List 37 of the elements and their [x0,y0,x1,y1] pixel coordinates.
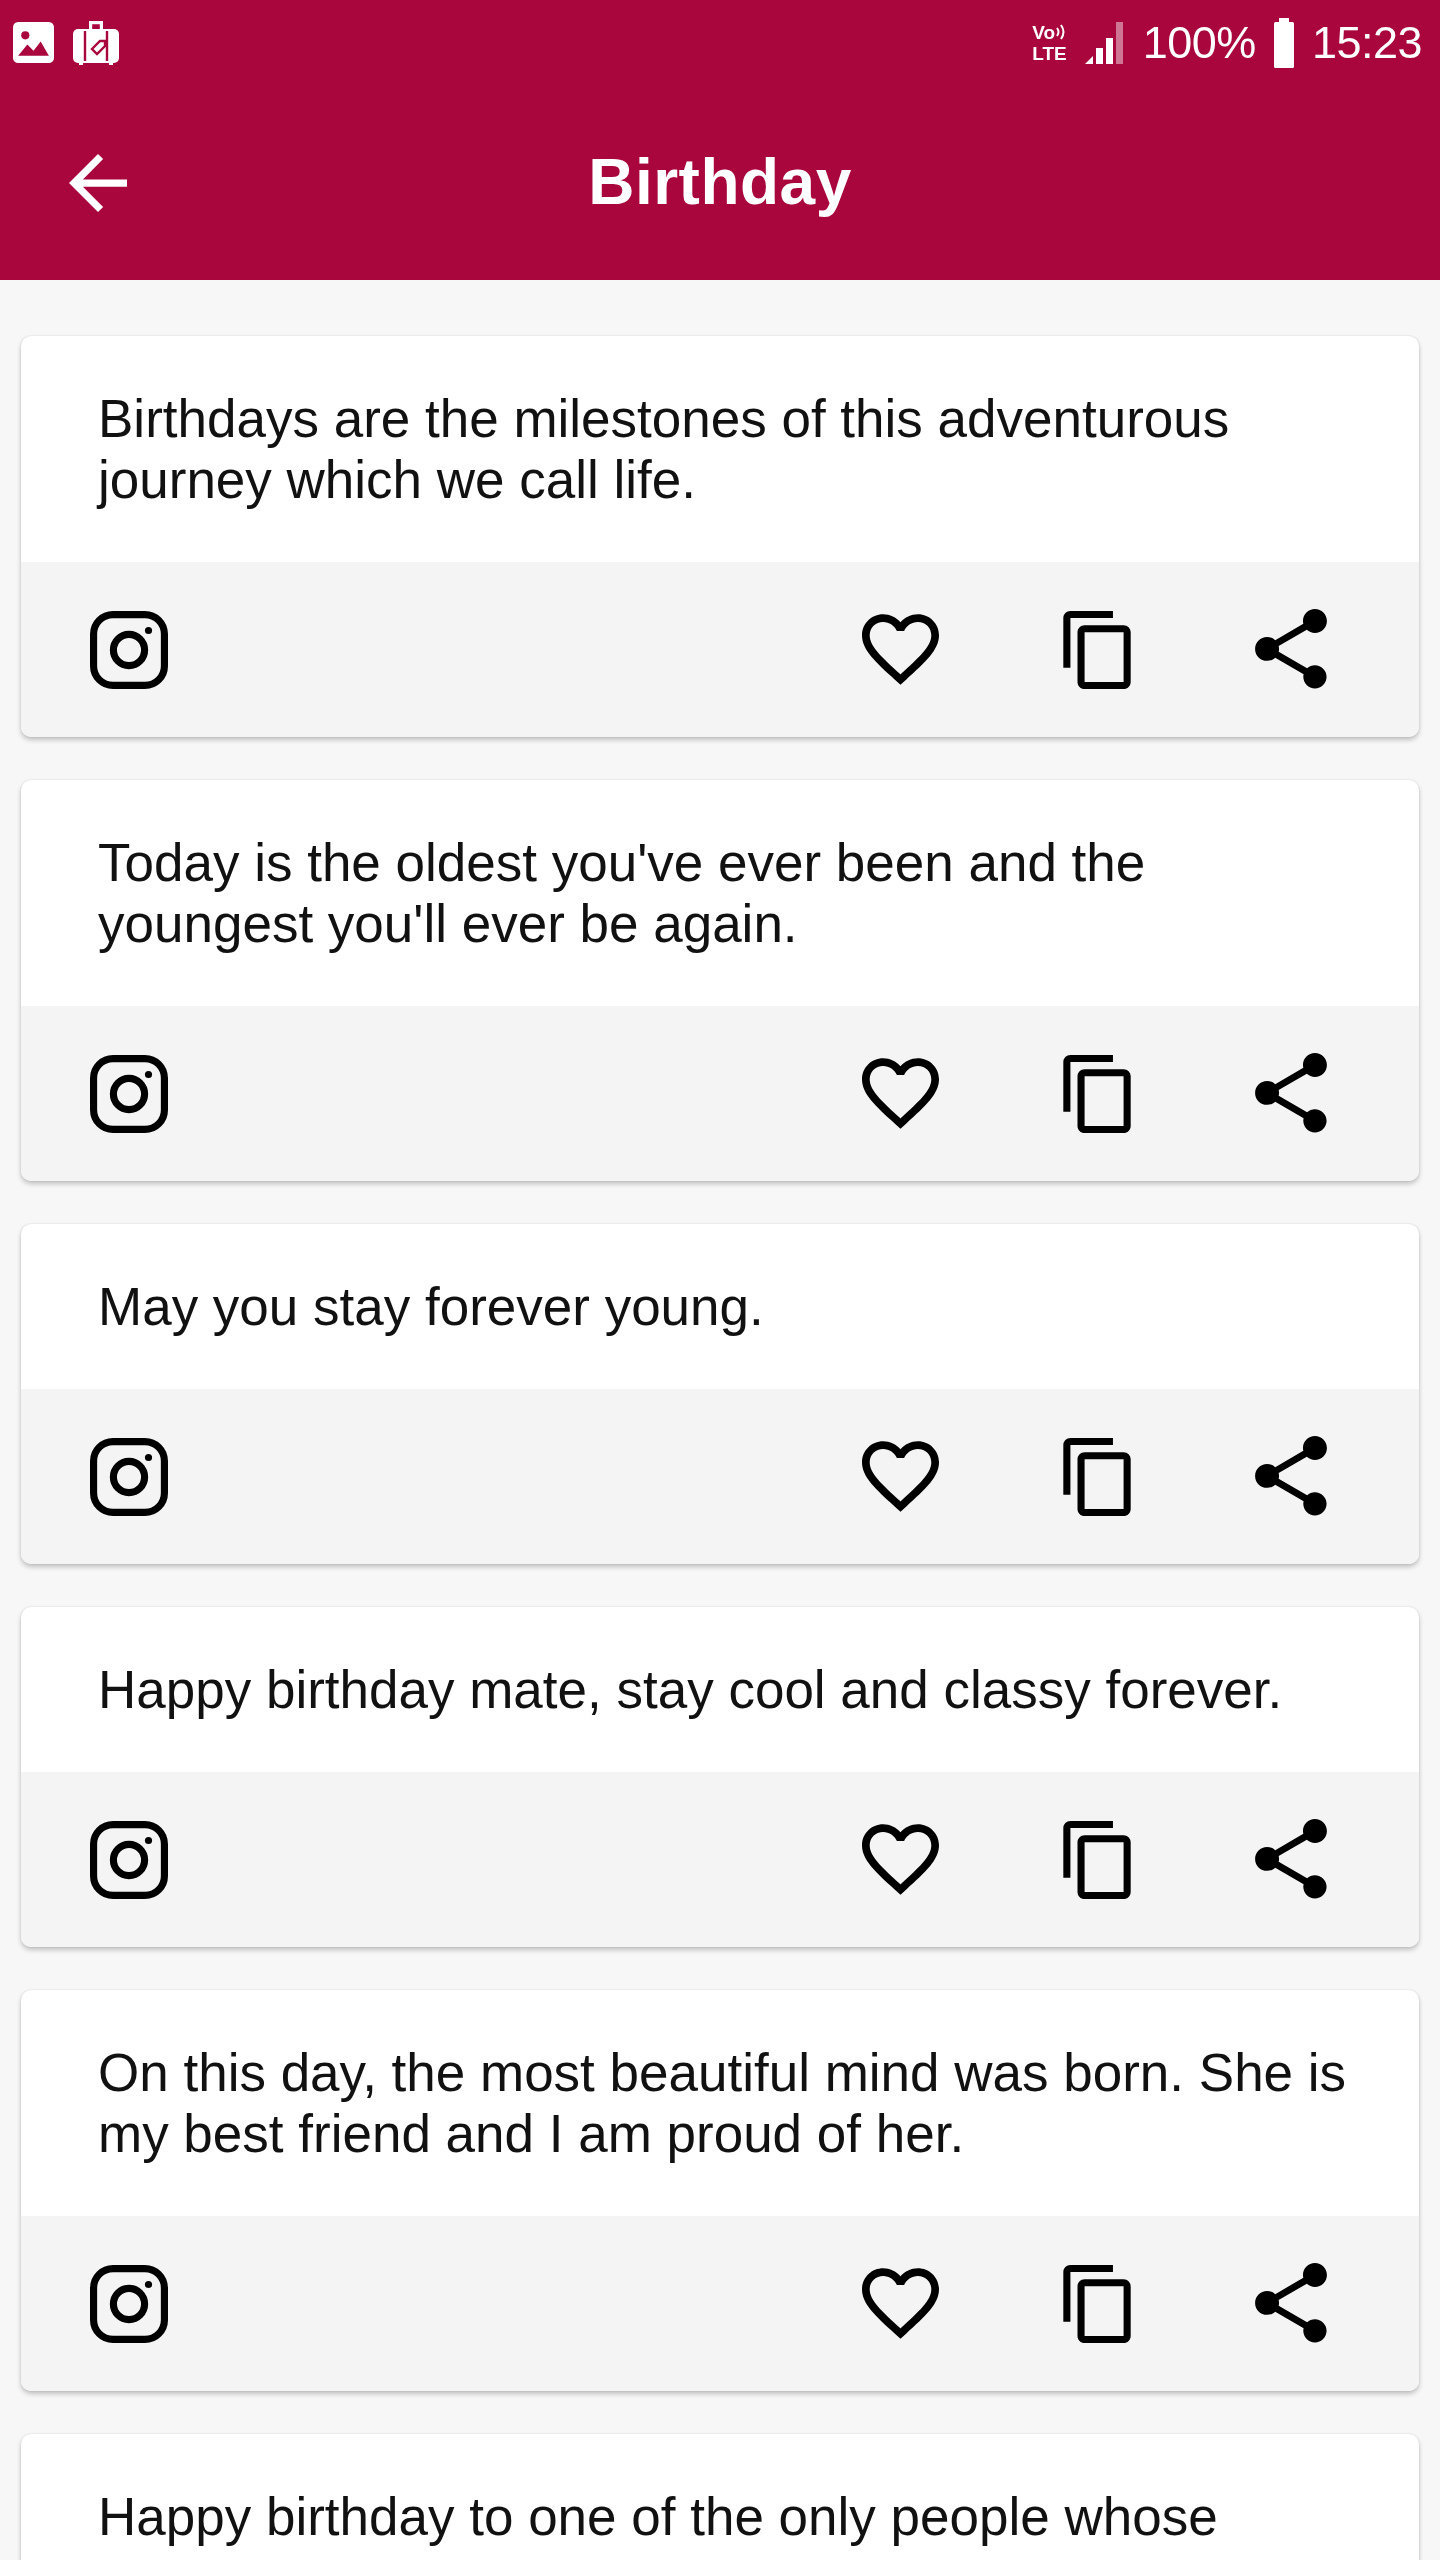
camera-icon[interactable] [90,1437,168,1516]
camera-icon[interactable] [90,2264,168,2343]
quote-text: Happy birthday to one of the only people whose [98,2486,1219,2547]
quote-text: On this day, the most beautiful mind was born. She is my best friend and I am proud of her. [98,2042,1348,2164]
share-icon[interactable] [1255,1436,1327,1517]
quote-text: Birthdays are the milestones of this adventurous journey which we call life. [98,388,1231,510]
heart-icon[interactable] [862,1058,939,1129]
copy-icon[interactable] [1063,1437,1131,1516]
share-icon[interactable] [1255,609,1327,690]
heart-icon[interactable] [862,2268,939,2339]
signal-waves-icon [1056,24,1067,40]
heart-icon[interactable] [862,1824,939,1895]
battery-icon [1273,17,1294,68]
quote-text: Today is the oldest you've ever been and the youngest you'll ever be again. [98,832,1147,954]
heart-icon[interactable] [862,1441,939,1512]
share-icon[interactable] [1255,2263,1327,2344]
share-icon[interactable] [1255,1819,1327,1900]
suitcase-icon [73,20,119,65]
page-title: Birthday [588,145,852,221]
signal-icon [1084,21,1125,64]
quote-text: Happy birthday mate, stay cool and classy forever. [98,1659,1284,1720]
camera-icon[interactable] [90,610,168,689]
copy-icon[interactable] [1063,1054,1131,1133]
image-icon [13,22,54,63]
camera-icon[interactable] [90,1054,168,1133]
network-label: LTE [1032,43,1067,63]
copy-icon[interactable] [1063,2264,1131,2343]
share-icon[interactable] [1255,1053,1327,1134]
battery-percent: 100% [1142,20,1256,65]
copy-icon[interactable] [1063,1820,1131,1899]
heart-icon[interactable] [862,614,939,685]
camera-icon[interactable] [90,1820,168,1899]
copy-icon[interactable] [1063,610,1131,689]
back-arrow-icon[interactable] [69,153,127,212]
network-label: Vo [1032,22,1056,42]
clock-time: 15:23 [1311,20,1422,65]
quote-text: May you stay forever young. [98,1276,765,1337]
